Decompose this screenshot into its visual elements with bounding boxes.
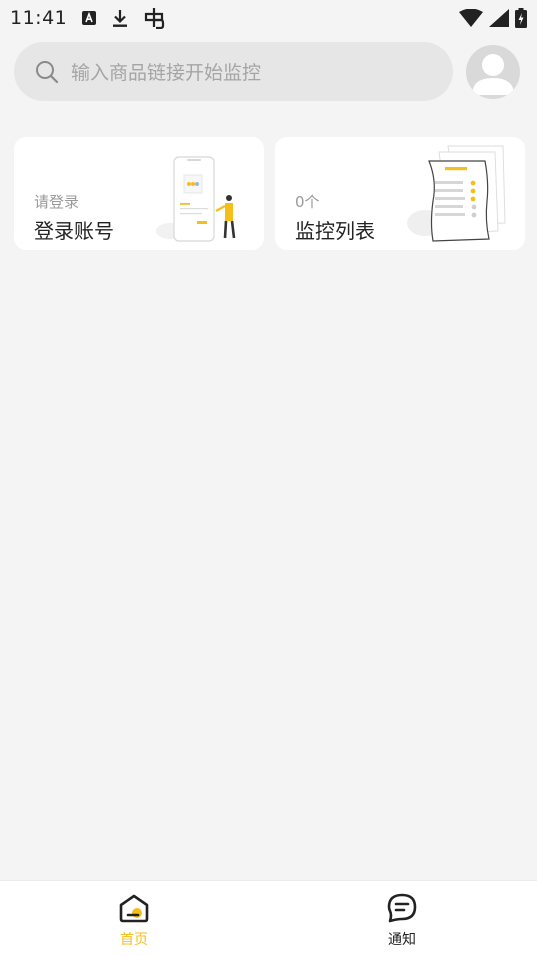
tab-notice-label: 通知: [388, 932, 416, 948]
bottom-tab-bar: 首页 通知: [0, 880, 537, 956]
tab-home-label: 首页: [120, 932, 148, 948]
a-icon: [81, 10, 97, 26]
bug-icon: [143, 7, 165, 29]
login-card-title: 登录账号: [34, 219, 114, 243]
battery-icon: [515, 8, 527, 28]
search-input[interactable]: 输入商品链接开始监控: [71, 58, 261, 85]
signal-icon: [489, 9, 509, 27]
tab-notice[interactable]: 通知: [372, 893, 432, 949]
tab-home[interactable]: 首页: [104, 893, 164, 949]
wifi-icon: [459, 9, 483, 27]
login-illustration-icon: [156, 156, 236, 242]
login-card[interactable]: 请登录 登录账号: [14, 137, 264, 250]
avatar[interactable]: [466, 45, 520, 99]
list-document-icon: [407, 145, 506, 242]
monitor-card-subtitle: 0个: [295, 193, 320, 211]
chat-icon: [387, 893, 417, 923]
monitor-list-card[interactable]: 0个 监控列表: [275, 137, 525, 250]
user-avatar-icon: [472, 54, 514, 95]
download-icon: [111, 8, 129, 28]
monitor-card-title: 监控列表: [295, 219, 375, 243]
status-bar-left: 11:41: [10, 7, 165, 29]
home-icon: [119, 894, 149, 923]
status-bar: 11:41: [0, 0, 537, 36]
status-time: 11:41: [10, 7, 68, 29]
search-icon: [35, 60, 59, 84]
login-card-subtitle: 请登录: [34, 193, 80, 211]
search-bar[interactable]: 输入商品链接开始监控: [14, 42, 453, 101]
status-bar-right: [459, 8, 527, 28]
